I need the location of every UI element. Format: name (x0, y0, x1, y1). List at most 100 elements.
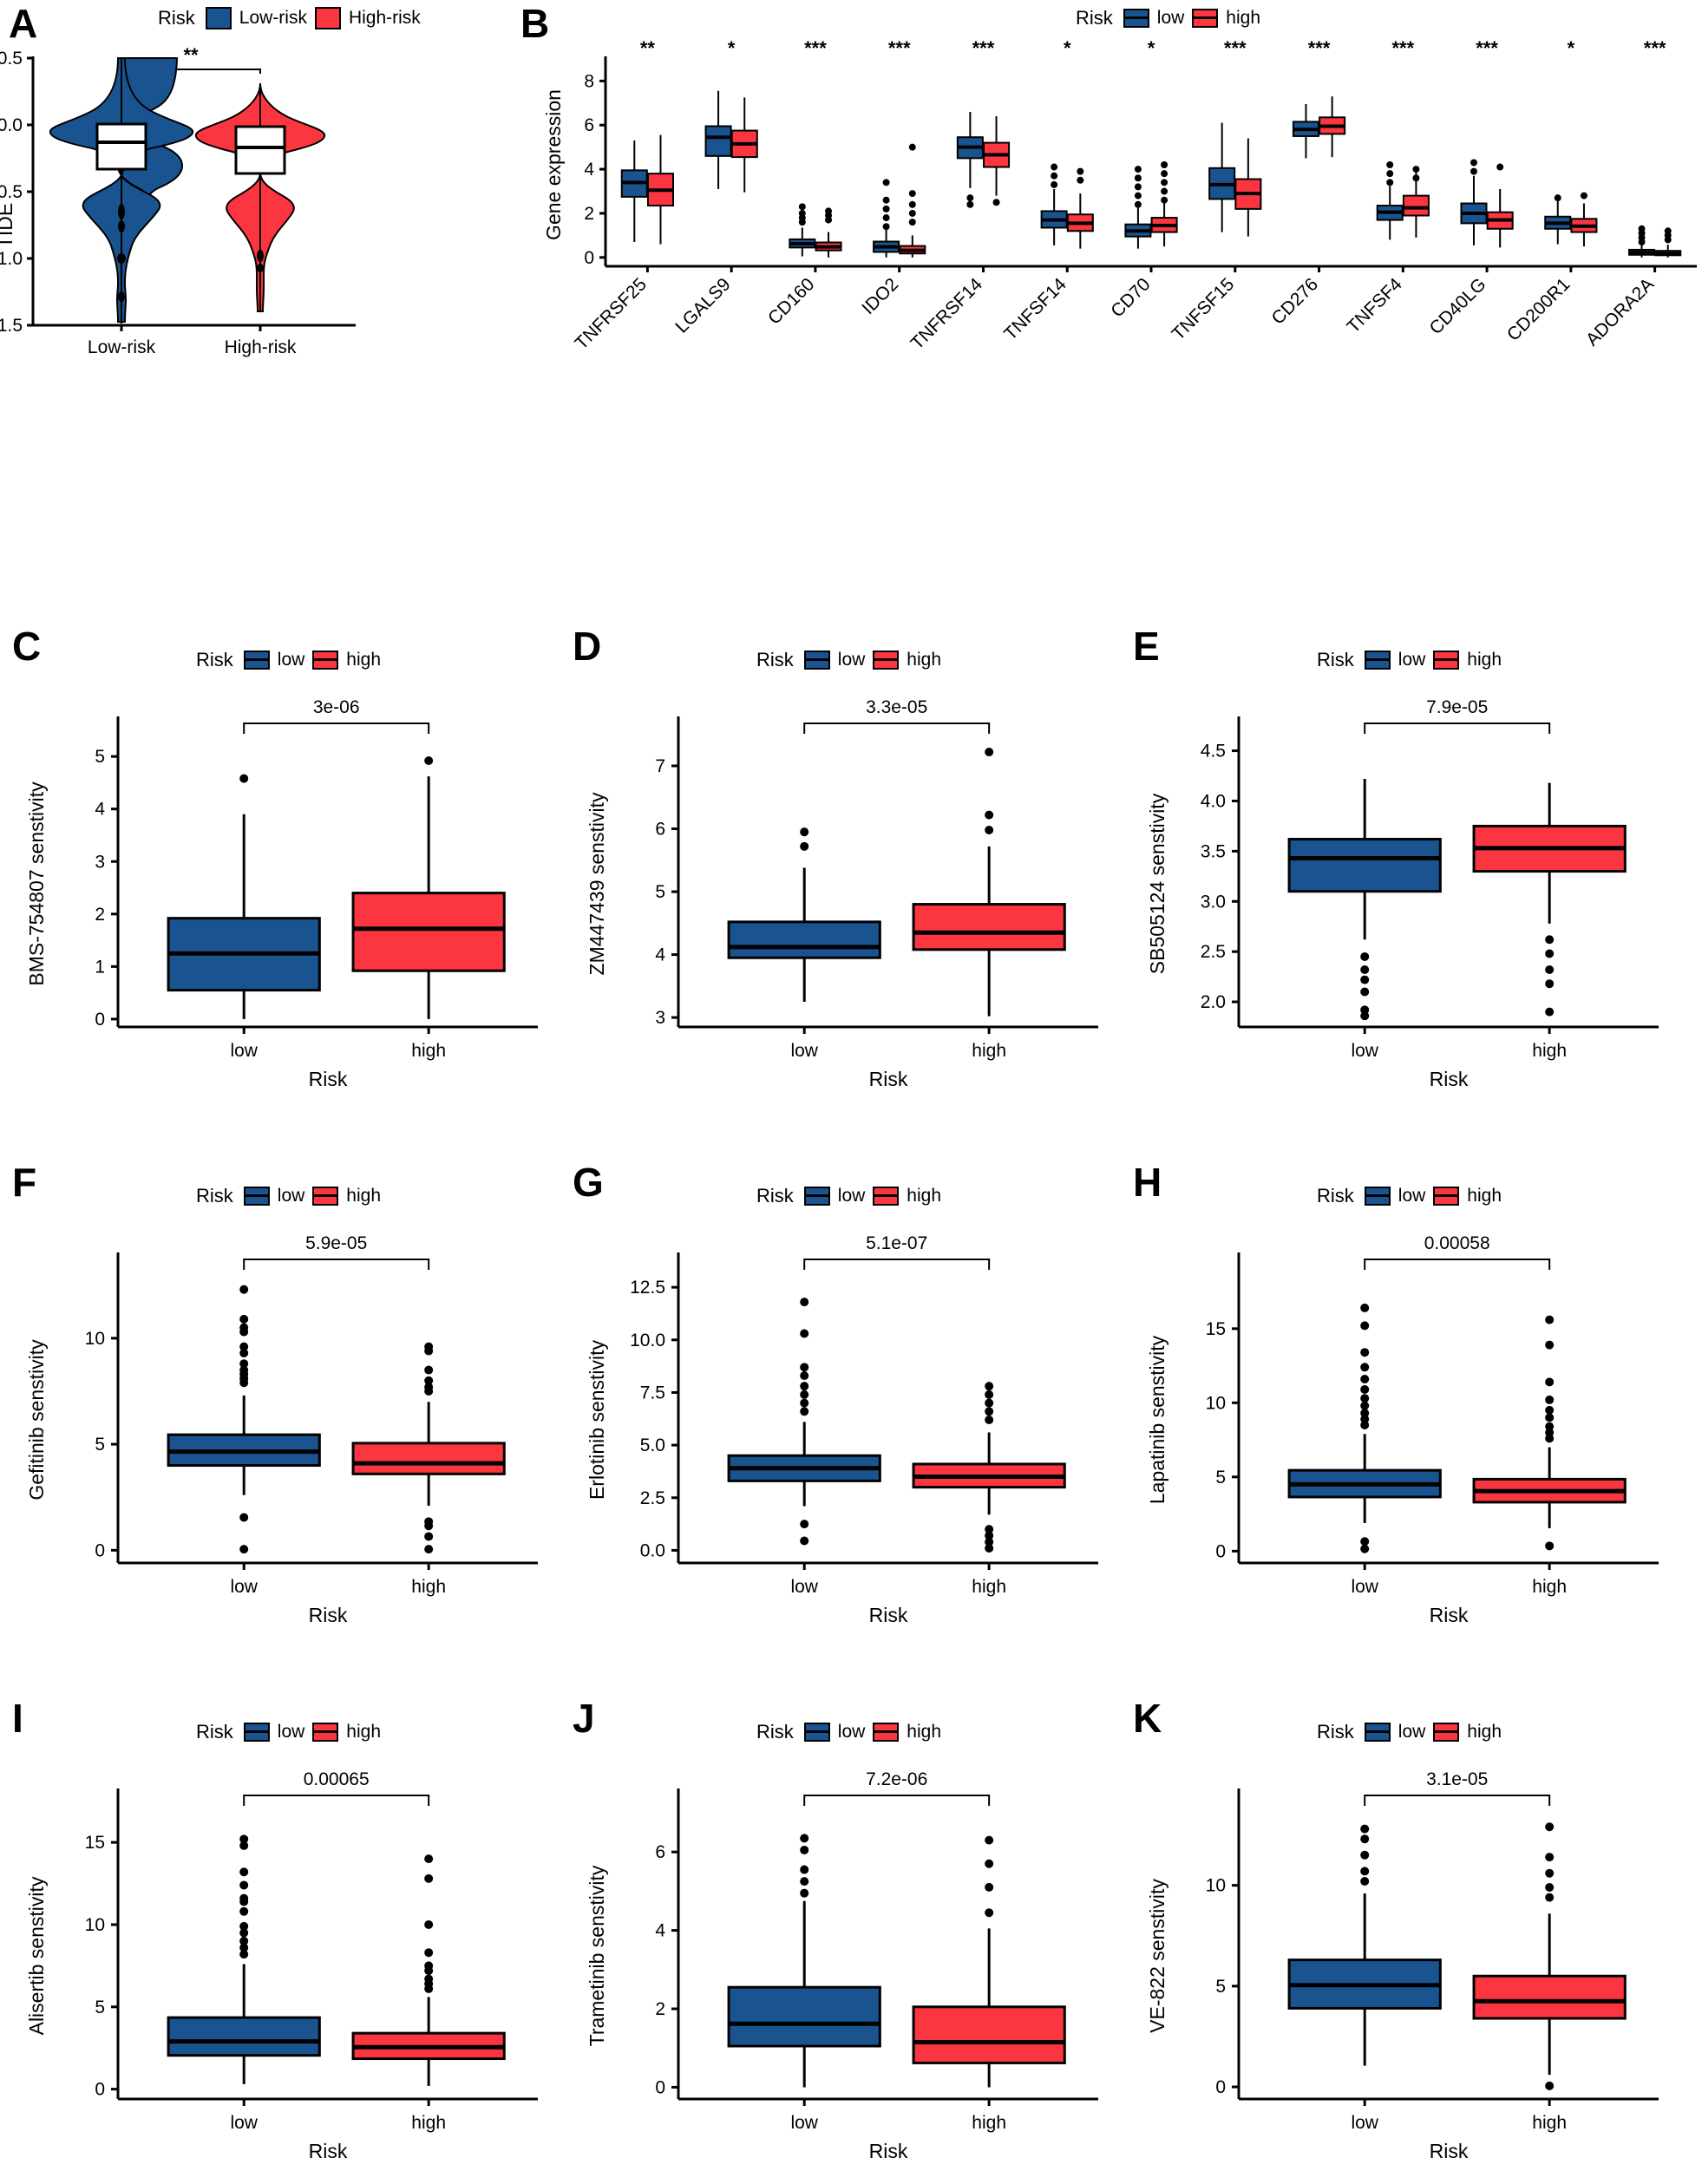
legend-swatch-low[interactable] (205, 7, 232, 29)
boxplot-low[interactable] (873, 230, 900, 258)
boxplot-high[interactable] (1319, 96, 1346, 158)
xtick: low (230, 2113, 258, 2133)
boxplot-high[interactable] (351, 1342, 506, 1554)
boxplot-low[interactable] (727, 1834, 881, 2088)
legend-label-low: low (837, 1722, 866, 1742)
boxplot-low[interactable] (167, 774, 321, 1019)
ytick: 6 (584, 115, 594, 135)
ytick: 5 (95, 1435, 105, 1455)
legend-swatch-high[interactable] (312, 647, 339, 677)
boxplot-low[interactable] (620, 141, 648, 243)
panel-f-plot: 10 5 0 Gefitinib senstivity low high Risk 5.9e-… (25, 1233, 538, 1626)
ytick: 0 (1215, 1541, 1226, 1561)
boxplot-low[interactable] (167, 1285, 321, 1554)
x-axis-label: Risk (1430, 2140, 1469, 2162)
panel-a: 0.5 0.0 -0.5 -1.0 -1.5 TIDE ** (0, 39, 364, 386)
boxplot-low[interactable] (1040, 188, 1068, 245)
legend-swatch-low[interactable] (803, 1719, 830, 1749)
xtick: TNFRSF25 (572, 274, 651, 353)
legend-swatch-low[interactable] (1364, 1719, 1391, 1749)
legend-swatch-low[interactable] (1364, 647, 1391, 677)
boxplot-high[interactable] (351, 756, 506, 1019)
boxplot-low[interactable] (1292, 104, 1319, 159)
boxplot-low[interactable] (1208, 122, 1236, 232)
boxplot-low[interactable] (1460, 175, 1488, 245)
boxplot-low[interactable] (704, 90, 732, 189)
boxplot-high[interactable] (730, 97, 758, 193)
ytick: 15 (1206, 1319, 1226, 1339)
panel-a-ylabel: TIDE (0, 203, 16, 248)
legend-swatch-low[interactable] (803, 647, 830, 677)
violin-low-risk[interactable] (49, 57, 193, 324)
boxplot-high[interactable] (899, 235, 926, 258)
legend-swatch-high[interactable] (1433, 1719, 1460, 1749)
ytick: 0 (655, 2077, 665, 2097)
boxplot-high[interactable] (1654, 245, 1682, 258)
legend-label-high: high (346, 1722, 381, 1742)
y-axis-label: SB505124 senstivity (1146, 793, 1168, 974)
xtick: CD276 (1268, 274, 1322, 328)
legend-swatch-high[interactable] (1192, 5, 1219, 35)
sig-stars: * (728, 39, 736, 59)
legend-swatch-high[interactable] (312, 1183, 339, 1213)
boxplot-high[interactable] (983, 116, 1011, 196)
boxplot-high[interactable] (1472, 1315, 1627, 1551)
boxplot-high[interactable] (351, 1854, 506, 2086)
significance-bracket (1364, 1795, 1551, 1806)
boxplot-high[interactable] (1150, 199, 1178, 247)
legend-swatch-high[interactable] (1433, 647, 1460, 677)
xtick: ADORA2A (1582, 274, 1658, 350)
boxplot-low[interactable] (727, 827, 881, 1002)
boxplot-high[interactable] (1234, 138, 1262, 237)
legend-swatch-low[interactable] (803, 1183, 830, 1213)
legend-swatch-high[interactable] (873, 1719, 900, 1749)
boxplot-high[interactable] (1570, 203, 1598, 247)
boxplot-low[interactable] (1287, 1303, 1442, 1553)
legend-label-high: high (907, 650, 941, 670)
legend-label-low: low (277, 1186, 305, 1206)
boxplot-high[interactable] (1472, 1822, 1627, 2090)
legend-swatch-low[interactable] (1123, 5, 1149, 35)
ytick: 6 (655, 1842, 665, 1862)
boxplot-low[interactable] (1124, 207, 1152, 249)
xtick: Low-risk (88, 337, 156, 357)
legend-swatch-low[interactable] (243, 1719, 270, 1749)
boxplot-low[interactable] (1544, 200, 1572, 245)
xtick: low (230, 1577, 258, 1597)
boxplot-low[interactable] (1287, 779, 1442, 1021)
boxplot-high[interactable] (1472, 782, 1627, 1017)
ytick: 8 (584, 71, 594, 91)
legend-swatch-low[interactable] (1364, 1183, 1391, 1213)
legend-swatch-high[interactable] (873, 1183, 900, 1213)
sig-stars: *** (804, 39, 827, 59)
legend-swatch-high[interactable] (314, 7, 341, 29)
ytick: 5.0 (640, 1435, 665, 1455)
boxplot-high[interactable] (1402, 172, 1430, 238)
legend-swatch-high[interactable] (312, 1719, 339, 1749)
boxplot-high[interactable] (912, 748, 1066, 1017)
xtick: low (1351, 1577, 1378, 1597)
boxplot-low[interactable] (956, 111, 984, 188)
boxplot-low[interactable] (167, 1834, 321, 2084)
boxplot-high[interactable] (646, 134, 674, 245)
boxplot-high[interactable] (1486, 188, 1514, 248)
p-value-label: 5.9e-05 (305, 1233, 367, 1253)
boxplot-high[interactable] (1066, 193, 1094, 249)
legend-swatch-high[interactable] (873, 647, 900, 677)
violin-high-risk[interactable] (194, 82, 326, 312)
boxplot-low[interactable] (789, 227, 816, 257)
boxplot-low[interactable] (727, 1298, 881, 1546)
boxplot-high[interactable] (912, 1835, 1066, 2088)
legend-swatch-low[interactable] (243, 1183, 270, 1213)
legend-swatch-high[interactable] (1433, 1183, 1460, 1213)
x-axis-label: Risk (869, 2140, 908, 2162)
panel-c-legend: Risk low high (196, 647, 381, 677)
boxplot-high[interactable] (815, 232, 842, 258)
boxplot-low[interactable] (1376, 186, 1404, 240)
boxplot-high[interactable] (912, 1382, 1066, 1553)
legend-swatch-low[interactable] (243, 647, 270, 677)
panel-g-legend: Risk low high (756, 1183, 941, 1213)
ytick: 3 (95, 852, 105, 872)
legend-label-high: high (1467, 1722, 1502, 1742)
boxplot-low[interactable] (1287, 1824, 1442, 2066)
